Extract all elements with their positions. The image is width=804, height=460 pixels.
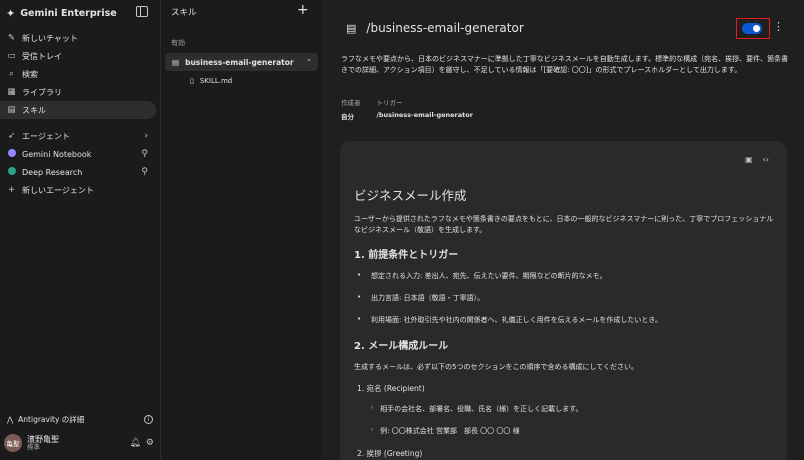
list-item: • 出力言語: 日本語（敬語・丁寧語）。	[357, 292, 485, 302]
skill-item-label: business-email-generator	[185, 57, 294, 67]
sub-list-item: ◦ 例: 〇〇株式会社 営業部 部長 〇〇 〇〇 様	[370, 425, 520, 435]
nav-gemini-notebook[interactable]: Gemini Notebook ⚲	[0, 145, 156, 163]
sub-list-item: ◦ 相手の会社名、部署名、役職、氏名（様）を正しく記載します。	[370, 403, 583, 413]
skills-panel: スキル + 有効 ▤ business-email-generator ⌃ ▯ …	[160, 0, 322, 460]
info-icon[interactable]: i	[144, 414, 153, 424]
nav-label: ライブラリ	[22, 87, 62, 97]
plus-icon: +	[7, 185, 16, 195]
nav-label: 受信トレイ	[22, 51, 62, 61]
code-icon[interactable]: ‹›	[763, 155, 769, 164]
detail-header: ▤ /business-email-generator	[346, 18, 524, 38]
rocket-icon: ➶	[7, 131, 16, 141]
chevron-right-icon: ›	[144, 131, 148, 141]
antigravity-label: Antigravity の詳細	[18, 414, 85, 424]
numbered-item: 2. 挨拶 (Greeting)	[357, 448, 423, 458]
nav-label: Gemini Notebook	[22, 149, 92, 159]
numbered-item: 1. 宛名 (Recipient)	[357, 383, 425, 393]
nav-skills[interactable]: ▤ スキル	[0, 101, 156, 119]
highlight-box	[736, 18, 770, 39]
chevron-up-icon[interactable]: ⌃	[306, 58, 312, 66]
trigger-value: /business-email-generator	[376, 111, 473, 119]
nav-label: Deep Research	[22, 167, 83, 177]
skill-content-card: ▣ ‹› ビジネスメール作成 ユーザーから提供されたラフなメモや箇条書きの要点を…	[340, 141, 787, 460]
nav-label: 新しいエージェント	[22, 185, 94, 195]
nav-label: スキル	[22, 105, 46, 115]
brand[interactable]: ✦ Gemini Enterprise	[6, 5, 117, 21]
nav-deep-research[interactable]: Deep Research ⚲	[0, 163, 156, 181]
skill-item-business-email-generator[interactable]: ▤ business-email-generator ⌃	[165, 53, 318, 71]
skill-markdown: ビジネスメール作成 ユーザーから提供されたラフなメモや箇条書きの要点をもとに、日…	[354, 185, 774, 460]
deep-research-icon	[7, 166, 16, 178]
doc-paragraph: ユーザーから提供されたラフなメモや箇条書きの要点をもとに、日本の一般的なビジネス…	[354, 215, 774, 234]
nav-inbox[interactable]: ▭ 受信トレイ	[0, 47, 156, 65]
enabled-section-label: 有効	[171, 39, 185, 47]
user-profile[interactable]: 亀聖 濱野亀聖 標準 🔔︎ ⚙	[4, 431, 154, 455]
more-vert-icon[interactable]: ⋮	[773, 20, 784, 33]
enable-toggle[interactable]	[742, 23, 762, 34]
author-label: 作成者	[341, 99, 361, 107]
left-sidebar: ✦ Gemini Enterprise ✎ 新しいチャット ▭ 受信トレイ ⌕ …	[0, 0, 160, 460]
doc-paragraph: 生成するメールは、必ず以下の5つのセクションをこの順序で含める構成にしてください…	[354, 362, 639, 371]
bell-icon[interactable]: 🔔︎	[129, 438, 140, 448]
sidebar-footer: ⋀ Antigravity の詳細 i 亀聖 濱野亀聖 標準 🔔︎ ⚙	[0, 412, 160, 460]
nav-new-chat[interactable]: ✎ 新しいチャット	[0, 29, 156, 47]
file-item-skill-md[interactable]: ▯ SKILL.md	[190, 73, 232, 88]
antigravity-link[interactable]: ⋀ Antigravity の詳細 i	[7, 412, 153, 426]
nav-new-agent[interactable]: + 新しいエージェント	[0, 181, 156, 199]
library-icon: ▦	[7, 87, 16, 97]
gemini-star-icon: ✦	[6, 6, 16, 20]
edit-icon: ✎	[7, 33, 16, 43]
skills-panel-title: スキル	[171, 8, 197, 18]
nav-agents[interactable]: ➶ エージェント ›	[0, 127, 156, 145]
skill-detail: ▤ /business-email-generator ⋮ ラフなメモや要点から…	[322, 0, 804, 460]
nav-library[interactable]: ▦ ライブラリ	[0, 83, 156, 101]
doc-subheading: 1. 前提条件とトリガー	[354, 249, 459, 261]
sidebar-toggle-icon[interactable]	[136, 6, 148, 17]
nav-label: エージェント	[22, 131, 70, 141]
page-title: /business-email-generator	[366, 21, 524, 35]
doc-heading: ビジネスメール作成	[354, 188, 467, 203]
trigger-label: トリガー	[376, 99, 403, 107]
antigravity-icon: ⋀	[7, 414, 14, 424]
user-role: 標準	[27, 442, 40, 451]
avatar[interactable]: 亀聖	[4, 434, 22, 452]
nav-label: 検索	[22, 69, 38, 79]
author-value: 自分	[341, 113, 354, 121]
card-toolbar: ▣ ‹›	[745, 155, 769, 164]
skill-meta: 作成者 自分 トリガー /business-email-generator	[341, 97, 473, 121]
skill-doc-icon: ▤	[346, 21, 357, 35]
nav-search[interactable]: ⌕ 検索	[0, 65, 156, 83]
file-item-label: SKILL.md	[199, 76, 233, 85]
main-nav: ✎ 新しいチャット ▭ 受信トレイ ⌕ 検索 ▦ ライブラリ ▤ スキル ➶ エ…	[0, 29, 160, 199]
add-skill-button[interactable]: +	[297, 2, 309, 18]
file-icon: ▯	[190, 76, 194, 85]
list-item: • 利用場面: 社外取引先や社内の関係者へ、礼儀正しく用件を伝えるメールを作成した…	[357, 314, 663, 324]
skill-doc-icon: ▤	[7, 105, 16, 115]
app-name: Gemini Enterprise	[20, 7, 117, 19]
skill-doc-icon: ▤	[172, 57, 180, 67]
gemini-icon	[7, 148, 16, 160]
nav-label: 新しいチャット	[22, 33, 78, 43]
list-item: • 想定される入力: 差出人、宛先、伝えたい要件、期限などの断片的なメモ。	[357, 270, 607, 280]
pin-icon[interactable]: ⚲	[141, 167, 148, 177]
search-icon: ⌕	[9, 69, 14, 79]
settings-icon[interactable]: ⚙	[146, 438, 154, 448]
preview-icon[interactable]: ▣	[745, 155, 753, 164]
doc-subheading: 2. メール構成ルール	[354, 340, 449, 352]
skill-description: ラフなメモや要点から、日本のビジネスマナーに準拠した丁寧なビジネスメールを自動生…	[341, 55, 789, 74]
inbox-icon: ▭	[7, 51, 16, 61]
pin-icon[interactable]: ⚲	[141, 149, 148, 159]
